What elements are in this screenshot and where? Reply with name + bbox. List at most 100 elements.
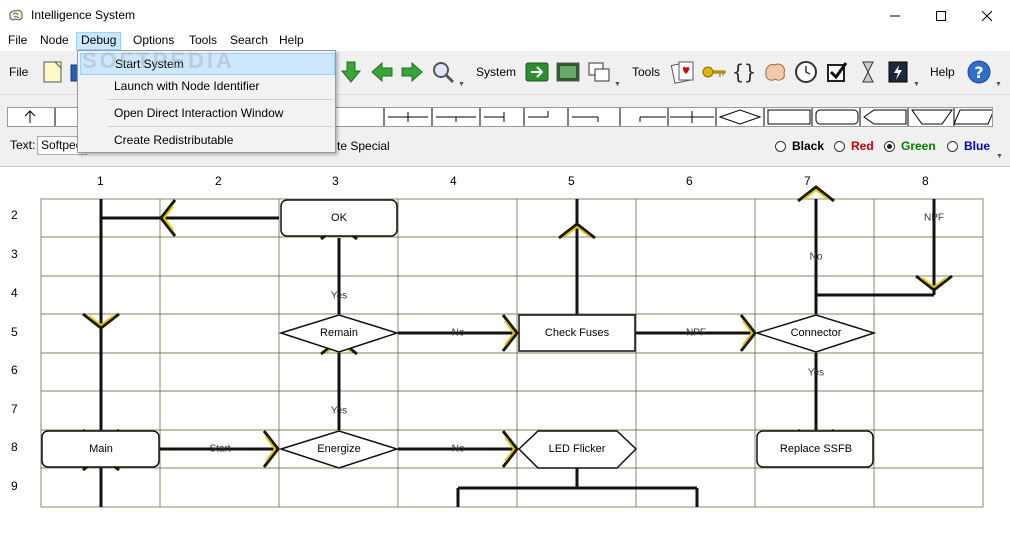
toolbar-tools-label: Tools [632,65,661,79]
search-icon[interactable] [430,59,456,85]
row-label: 3 [11,247,18,261]
flow-label-yes: Yes [807,367,825,379]
system-dropdown-icon[interactable]: ▼ [614,81,621,88]
radio-green-label: Green [901,139,936,153]
debug-start-system[interactable]: Start System [80,53,335,75]
menu-search[interactable]: Search [226,32,272,50]
new-file-icon[interactable] [40,59,66,85]
radio-red[interactable]: Red [834,139,874,153]
menu-debug[interactable]: Debug [76,32,122,50]
flow-label-yes: Yes [330,290,348,302]
minimize-icon [890,15,900,16]
title-bar: Intelligence System [0,0,1010,31]
flow-diagram [40,185,984,508]
node-main-label: Main [89,443,113,455]
braces-icon[interactable]: {} [731,59,757,85]
debug-launch-node-identifier[interactable]: Launch with Node Identifier [80,75,335,97]
run-icon[interactable] [524,59,550,85]
radio-black[interactable]: Black [775,139,824,153]
svg-text:{}: {} [732,60,756,84]
close-button[interactable] [964,0,1010,31]
debug-open-direct-interaction[interactable]: Open Direct Interaction Window [80,102,335,124]
power-icon[interactable] [885,59,911,85]
row-label: 5 [11,325,18,339]
debug-create-redistributable[interactable]: Create Redistributable [80,129,335,151]
radio-blue-button[interactable] [947,140,958,152]
brain-icon [9,9,23,21]
row-label: 7 [11,402,18,416]
node-led-flicker-label: LED Flicker [548,443,606,455]
maximize-button[interactable] [918,0,964,31]
column-label: 7 [804,174,811,188]
close-icon [982,10,992,21]
row-label: 9 [11,479,18,493]
radio-black-button[interactable] [775,140,786,152]
menu-separator [108,99,333,100]
brain-tool-icon[interactable] [762,59,788,85]
node-remain-label: Remain [320,327,358,339]
flow-label-no: No [809,251,823,263]
toolbar-help-label: Help [930,65,955,79]
arrow-right-icon[interactable] [399,59,425,85]
checkbox-icon[interactable] [824,59,850,85]
menu-options[interactable]: Options [129,32,178,50]
column-label: 5 [568,174,575,188]
radio-blue[interactable]: Blue [947,139,990,153]
svg-text:?: ? [974,63,983,82]
debug-menu: Start System Launch with Node Identifier… [77,50,336,153]
window-title: Intelligence System [31,8,136,22]
windows-icon[interactable] [586,59,612,85]
flow-label-start: Start [209,443,231,455]
row-label: 2 [11,208,18,222]
arrow-left-icon[interactable] [369,59,395,85]
flow-label-no: No [451,443,465,455]
terminal-icon[interactable] [555,59,581,85]
radio-black-label: Black [792,139,825,153]
node-replace-ssfb-label: Replace SSFB [779,443,853,455]
node-ok-label: OK [331,212,347,224]
maximize-icon [936,10,946,21]
flow-label-no: No [451,327,465,339]
radio-red-button[interactable] [834,140,845,152]
column-label: 3 [332,174,339,188]
special-label: te Special [337,139,390,153]
flow-label-npf: NPF [686,327,706,339]
menu-tools[interactable]: Tools [185,32,221,50]
minimize-button[interactable] [872,0,918,31]
menu-bar: File Node Debug Options Tools Search Hel… [0,31,1010,50]
row-label: 6 [11,363,18,377]
menu-file[interactable]: File [4,32,31,50]
cards-icon[interactable] [670,59,696,85]
flow-canvas[interactable]: 1 2 3 4 5 6 7 8 2 3 4 5 6 7 8 9 OK Remai… [0,168,1010,536]
row-label: 4 [11,286,18,300]
hourglass-icon[interactable] [855,59,881,85]
node-connector-label: Connector [790,327,842,339]
column-label: 4 [450,174,457,188]
flow-label-yes: Yes [330,405,348,417]
node-energize-label: Energize [317,443,361,455]
menu-node[interactable]: Node [36,32,73,50]
toolbar-file-label: File [9,65,29,79]
help-dropdown-icon[interactable]: ▼ [995,81,1002,88]
search-dropdown-icon[interactable]: ▼ [458,81,465,88]
row-label: 8 [11,440,18,454]
text-label: Text: [10,138,36,152]
strip-dropdown-icon[interactable]: ▼ [996,153,1003,160]
column-label: 6 [686,174,693,188]
radio-green-button[interactable] [884,140,895,152]
radio-red-label: Red [851,139,874,153]
help-icon[interactable]: ? [966,59,992,85]
toolbar-system-label: System [476,65,517,79]
key-icon[interactable] [701,59,727,85]
tools-dropdown-icon[interactable]: ▼ [913,81,920,88]
flow-label-npf: NPF [924,212,944,224]
clock-icon[interactable] [793,59,819,85]
radio-green[interactable]: Green [884,139,936,153]
node-check-fuses-label: Check Fuses [544,327,610,339]
arrow-down-icon[interactable] [338,59,364,85]
menu-help[interactable]: Help [275,32,308,50]
column-label: 1 [97,174,104,188]
column-label: 8 [922,174,929,188]
column-label: 2 [215,174,222,188]
menu-separator [108,126,333,127]
